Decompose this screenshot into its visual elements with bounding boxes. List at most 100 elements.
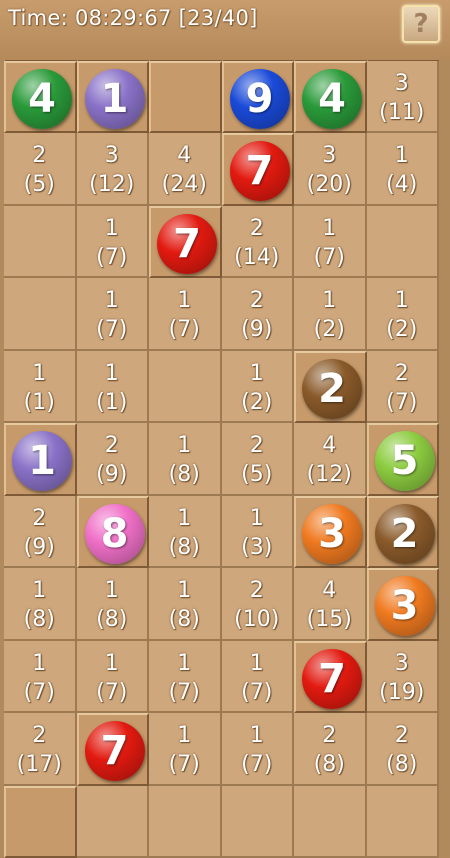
hint-cell[interactable]: 1 (7)	[294, 206, 367, 279]
empty-cell[interactable]	[149, 786, 222, 858]
ball-number: 7	[85, 728, 145, 774]
hint-cell[interactable]: 1 (7)	[149, 713, 222, 786]
hint-cell[interactable]: 2 (5)	[222, 423, 295, 496]
hint-cell[interactable]: 2 (9)	[4, 496, 77, 569]
ball-8-icon: 8	[85, 504, 145, 564]
hint-cell[interactable]: 4 (24)	[149, 133, 222, 206]
hint-cell[interactable]: 3 (19)	[367, 641, 440, 714]
ball-7-icon: 7	[157, 214, 217, 274]
ball-cell[interactable]: 7	[149, 206, 222, 279]
ball-cell[interactable]: 7	[222, 133, 295, 206]
hint-cell[interactable]: 3 (11)	[367, 61, 440, 134]
hint-text: 2 (9)	[4, 504, 75, 562]
empty-cell[interactable]	[4, 206, 77, 279]
hint-cell[interactable]: 1 (2)	[367, 278, 440, 351]
ball-4-icon: 4	[12, 69, 72, 129]
ball-cell[interactable]: 4	[294, 61, 367, 134]
ball-cell[interactable]: 5	[367, 423, 440, 496]
empty-cell[interactable]	[294, 786, 367, 858]
ball-cell[interactable]: 7	[77, 713, 150, 786]
empty-cell[interactable]	[77, 786, 150, 858]
hint-cell[interactable]: 2 (14)	[222, 206, 295, 279]
hint-text: 3 (20)	[294, 141, 365, 199]
hint-cell[interactable]: 2 (8)	[294, 713, 367, 786]
ball-9-icon: 9	[230, 69, 290, 129]
ball-cell[interactable]: 1	[4, 423, 77, 496]
hint-cell[interactable]: 1 (7)	[222, 641, 295, 714]
hint-cell[interactable]: 2 (8)	[367, 713, 440, 786]
ball-2-icon: 2	[375, 504, 435, 564]
hint-text: 1 (7)	[149, 649, 220, 707]
hint-text: 1 (2)	[222, 359, 293, 417]
hint-cell[interactable]: 1 (8)	[4, 568, 77, 641]
ball-number: 3	[302, 511, 362, 557]
hint-cell[interactable]: 1 (7)	[149, 641, 222, 714]
hint-cell[interactable]: 2 (10)	[222, 568, 295, 641]
hint-text: 2 (10)	[222, 576, 293, 634]
hint-cell[interactable]: 2 (17)	[4, 713, 77, 786]
hint-text: 1 (7)	[222, 649, 293, 707]
hint-text: 1 (1)	[4, 359, 75, 417]
ball-cell[interactable]: 2	[367, 496, 440, 569]
hint-cell[interactable]: 1 (4)	[367, 133, 440, 206]
ball-number: 3	[375, 583, 435, 629]
hint-cell[interactable]: 1 (2)	[222, 351, 295, 424]
empty-cell[interactable]	[4, 278, 77, 351]
ball-cell[interactable]: 7	[294, 641, 367, 714]
ball-number: 1	[85, 76, 145, 122]
hint-cell[interactable]: 1 (1)	[77, 351, 150, 424]
hint-cell[interactable]: 3 (12)	[77, 133, 150, 206]
hint-text: 1 (7)	[77, 286, 148, 344]
hint-cell[interactable]: 1 (8)	[77, 568, 150, 641]
hint-text: 1 (8)	[77, 576, 148, 634]
ball-number: 4	[302, 76, 362, 122]
hint-text: 4 (12)	[294, 431, 365, 489]
ball-cell[interactable]: 1	[77, 61, 150, 134]
hint-text: 1 (3)	[222, 504, 293, 562]
empty-cell[interactable]	[222, 786, 295, 858]
hint-cell[interactable]: 1 (7)	[77, 206, 150, 279]
hint-cell[interactable]: 1 (2)	[294, 278, 367, 351]
ball-number: 1	[12, 438, 72, 484]
ball-cell[interactable]: 3	[367, 568, 440, 641]
hint-cell[interactable]: 4 (12)	[294, 423, 367, 496]
hint-cell[interactable]: 2 (9)	[222, 278, 295, 351]
hint-text: 2 (9)	[77, 431, 148, 489]
status-bar: Time: 08:29:67 [23/40] ?	[0, 0, 450, 60]
hint-cell[interactable]: 3 (20)	[294, 133, 367, 206]
covered-cell[interactable]	[149, 61, 222, 134]
hint-cell[interactable]: 1 (1)	[4, 351, 77, 424]
ball-3-icon: 3	[302, 504, 362, 564]
ball-cell[interactable]: 4	[4, 61, 77, 134]
ball-number: 9	[230, 76, 290, 122]
ball-cell[interactable]: 8	[77, 496, 150, 569]
game-board: 41943 (11)2 (5)3 (12)4 (24)73 (20)1 (4)1…	[0, 0, 450, 800]
hint-cell[interactable]: 1 (3)	[222, 496, 295, 569]
hint-cell[interactable]: 1 (7)	[77, 278, 150, 351]
empty-cell[interactable]	[367, 206, 440, 279]
ball-cell[interactable]: 2	[294, 351, 367, 424]
hint-cell[interactable]: 4 (15)	[294, 568, 367, 641]
covered-cell[interactable]	[4, 786, 77, 858]
hint-cell[interactable]: 2 (7)	[367, 351, 440, 424]
hint-cell[interactable]: 1 (8)	[149, 568, 222, 641]
ball-3-icon: 3	[375, 576, 435, 636]
hint-text: 1 (7)	[294, 214, 365, 272]
empty-cell[interactable]	[149, 351, 222, 424]
hint-text: 4 (15)	[294, 576, 365, 634]
hint-cell[interactable]: 1 (7)	[4, 641, 77, 714]
hint-cell[interactable]: 1 (7)	[77, 641, 150, 714]
hint-text: 1 (4)	[367, 141, 438, 199]
ball-cell[interactable]: 9	[222, 61, 295, 134]
help-button[interactable]: ?	[402, 5, 440, 43]
hint-cell[interactable]: 1 (8)	[149, 496, 222, 569]
hint-cell[interactable]: 1 (7)	[222, 713, 295, 786]
ball-number: 5	[375, 438, 435, 484]
hint-cell[interactable]: 1 (8)	[149, 423, 222, 496]
hint-cell[interactable]: 2 (9)	[77, 423, 150, 496]
hint-cell[interactable]: 1 (7)	[149, 278, 222, 351]
hint-text: 1 (7)	[77, 214, 148, 272]
ball-cell[interactable]: 3	[294, 496, 367, 569]
empty-cell[interactable]	[367, 786, 440, 858]
hint-cell[interactable]: 2 (5)	[4, 133, 77, 206]
